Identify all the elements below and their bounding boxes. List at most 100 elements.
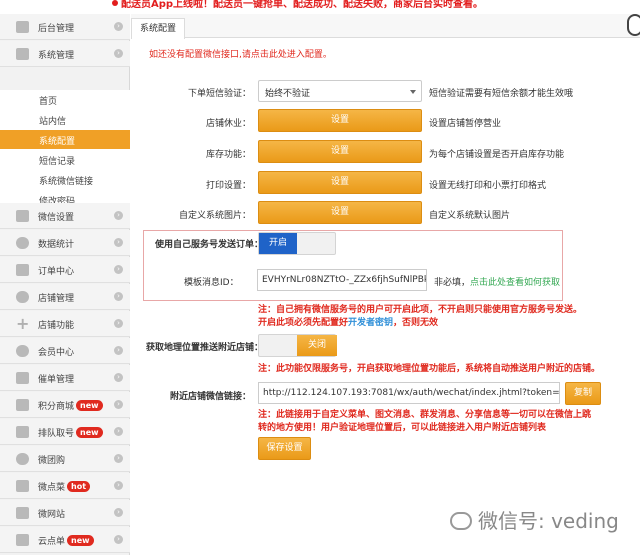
sidebar-item-queue[interactable]: 排队取号 new › — [0, 419, 130, 445]
template-id-hint: 非必填，点击此处查看如何获取 — [434, 275, 560, 288]
sidebar-item-label: 店铺管理 — [38, 294, 75, 304]
sms-verify-label: 下单短信验证： — [187, 89, 251, 99]
submenu-item-system-config[interactable]: 系统配置 — [0, 130, 130, 149]
watermark-text: 微信号: veding — [478, 509, 619, 533]
sidebar-item-members[interactable]: 会员中心 › — [0, 338, 130, 364]
grid-icon — [16, 507, 29, 519]
hot-badge: hot — [67, 481, 91, 492]
sidebar-item-label: 微团购 — [38, 456, 66, 466]
shop-rest-label: 店铺休业： — [205, 119, 251, 129]
sidebar-item-label: 积分商城 new — [38, 399, 103, 412]
announcement-label: 配送员App上线啦！配送员一键抢单、配送成功、配送失败，商家后台实时查看。 — [121, 0, 484, 10]
sidebar-item-group-buy[interactable]: 微团购 › — [0, 446, 130, 472]
sidebar-item-wechat-settings[interactable]: 微信设置 › — [0, 203, 130, 229]
submenu-item-wechat-link[interactable]: 系统微信链接 — [0, 170, 130, 189]
chevron-icon: › — [114, 22, 123, 31]
sidebar-item-label: 会员中心 — [38, 348, 75, 358]
submenu-item-label: 短信记录 — [39, 157, 76, 167]
submenu-item-label: 系统微信链接 — [39, 177, 94, 187]
sms-verify-select[interactable]: 始终不验证 — [258, 80, 422, 102]
copy-link-button[interactable]: 复制 — [565, 382, 601, 405]
custom-image-help: 自定义系统默认图片 — [429, 211, 511, 221]
shop-rest-help: 设置店铺暂停营业 — [429, 119, 502, 129]
own-service-note-line1: 注：自己拥有微信服务号的用户可开启此项，不开启则只能使用官方服务号发送。 — [258, 305, 583, 315]
sidebar-item-label: 数据统计 — [38, 240, 75, 250]
grid-icon — [16, 21, 29, 33]
plus-icon: + — [16, 314, 30, 333]
note-text: 开启此项必须先配置好 — [258, 318, 349, 328]
template-id-label: 模板消息ID： — [184, 278, 239, 288]
pie-chart-icon — [16, 237, 29, 249]
stock-button[interactable]: 设置 — [258, 140, 422, 163]
how-to-get-link[interactable]: 点击此处查看如何获取 — [470, 278, 560, 288]
sms-verify-help: 短信验证需要有短信余额才能生效哦 — [429, 89, 574, 99]
sidebar-item-label: 后台管理 — [38, 24, 75, 34]
chevron-icon: › — [114, 319, 123, 328]
tab-system-config[interactable]: 系统配置 — [131, 18, 186, 39]
template-id-input[interactable]: EVHYrNLr08NZTtO-_ZZx6fjhSufNlPBk — [257, 269, 427, 291]
sidebar-item-reminders[interactable]: 催单管理 › — [0, 365, 130, 391]
chevron-icon: › — [114, 211, 123, 220]
submenu-item-label: 首页 — [39, 97, 58, 107]
chevron-icon: › — [114, 481, 123, 490]
close-icon[interactable] — [627, 14, 640, 36]
chevron-icon: › — [114, 427, 123, 436]
chevron-icon: › — [114, 508, 123, 517]
own-service-box: 使用自己服务号发送订单： 开启 模板消息ID： EVHYrNLr08NZTtO-… — [143, 230, 563, 301]
print-button[interactable]: 设置 — [258, 171, 422, 194]
printer-icon — [16, 264, 29, 276]
sidebar-item-micro-site[interactable]: 微网站 › — [0, 500, 130, 526]
sidebar-item-points-mall[interactable]: 积分商城 new › — [0, 392, 130, 418]
wechat-icon — [450, 512, 472, 530]
sidebar-item-system[interactable]: 系统管理 › — [0, 41, 130, 67]
sidebar-item-cloud-order[interactable]: 云点单 new › — [0, 527, 130, 553]
optional-text: 非必填， — [434, 278, 471, 288]
toggle-off-label: 关闭 — [297, 335, 337, 356]
own-service-label: 使用自己服务号发送订单： — [155, 240, 264, 250]
submenu-item-label: 系统配置 — [39, 137, 76, 147]
shop-rest-button[interactable]: 设置 — [258, 109, 422, 132]
location-push-toggle[interactable]: 关闭 — [258, 334, 337, 357]
sidebar-item-order-food[interactable]: 微点菜 hot › — [0, 473, 130, 499]
sidebar-item-text: 云点单 — [38, 537, 66, 547]
submenu-item-messages[interactable]: 站内信 — [0, 110, 130, 129]
stock-help: 为每个店铺设置是否开启库存功能 — [429, 150, 565, 160]
chevron-down-icon — [410, 90, 416, 94]
chevron-icon: › — [114, 400, 123, 409]
pie-chart-icon — [16, 453, 29, 465]
chevron-icon: › — [114, 454, 123, 463]
submenu-item-home[interactable]: 首页 — [0, 90, 130, 109]
submenu-item-sms-log[interactable]: 短信记录 — [0, 150, 130, 169]
sidebar-item-orders[interactable]: 订单中心 › — [0, 257, 130, 283]
main-panel: 系统配置 如还没有配置微信接口,请点击此处进入配置。 下单短信验证： 始终不验证… — [131, 14, 640, 555]
new-badge: new — [76, 400, 103, 411]
sidebar-item-shop-management[interactable]: 店铺管理 › — [0, 284, 130, 310]
sidebar-item-shop-features[interactable]: + 店铺功能 › — [0, 311, 130, 337]
sidebar-item-label: 微点菜 hot — [38, 480, 91, 493]
location-note: 注：此功能仅限服务号，开启获取地理位置功能后，系统将自动推送用户附近的店铺。 — [258, 364, 601, 374]
grid-icon — [16, 534, 29, 546]
chevron-icon: › — [114, 346, 123, 355]
developer-key-link[interactable]: 开发者密钥 — [348, 318, 393, 328]
nearby-link-input[interactable]: http://112.124.107.193:7081/wx/auth/wech… — [258, 382, 560, 404]
note-text: ，否则无效 — [393, 318, 439, 328]
sidebar-item-statistics[interactable]: 数据统计 › — [0, 230, 130, 256]
sidebar-item-backend[interactable]: 后台管理 › — [0, 14, 130, 40]
pie-chart-icon — [16, 345, 29, 357]
config-notice-link[interactable]: 如还没有配置微信接口,请点击此处进入配置。 — [149, 47, 332, 60]
watermark: 微信号: veding — [450, 505, 619, 534]
own-service-toggle[interactable]: 开启 — [258, 232, 336, 255]
sidebar-item-text: 积分商城 — [38, 402, 75, 412]
print-help: 设置无线打印和小票打印格式 — [429, 181, 547, 191]
grid-icon — [16, 480, 29, 492]
own-service-note-line2: 开启此项必须先配置好开发者密钥，否则无效 — [258, 317, 438, 329]
toggle-on-label: 开启 — [259, 233, 297, 254]
save-settings-button[interactable]: 保存设置 — [258, 437, 311, 460]
chevron-icon: › — [114, 373, 123, 382]
custom-image-label: 自定义系统图片： — [178, 211, 251, 221]
nearby-note-line1: 注：此链接用于自定义菜单、图文消息、群发消息、分享信息等一切可以在微信上跳 — [258, 410, 592, 420]
sidebar-item-text: 排队取号 — [38, 429, 75, 439]
custom-image-button[interactable]: 设置 — [258, 201, 422, 224]
grid-icon — [16, 426, 29, 438]
sidebar-item-label: 催单管理 — [38, 375, 75, 385]
